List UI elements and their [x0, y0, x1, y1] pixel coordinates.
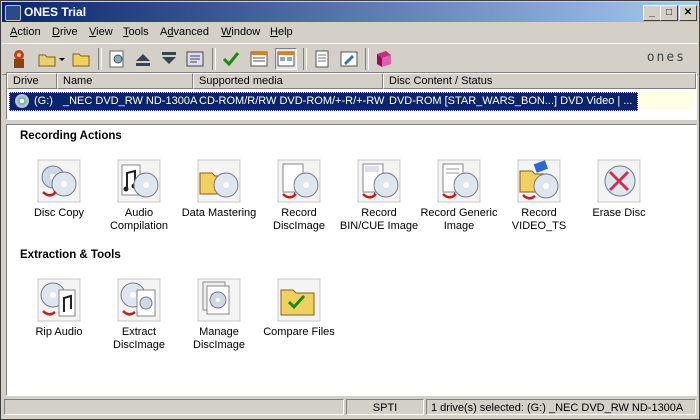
drive-row-filler	[639, 92, 694, 109]
action-disc-copy[interactable]: Disc Copy	[19, 159, 99, 220]
record-bin-cue-icon	[357, 159, 401, 203]
column-name[interactable]: Name	[57, 73, 193, 89]
menu-tools[interactable]: Tools	[123, 26, 149, 38]
toolbar-separator	[303, 48, 307, 70]
action-label: Compare Files	[263, 326, 335, 338]
edit-icon[interactable]	[338, 48, 360, 70]
action-label: Record DiscImage	[273, 207, 325, 232]
record-generic-image-icon	[437, 159, 481, 203]
audio-compilation-icon	[117, 159, 161, 203]
action-label: Record Generic Image	[420, 207, 498, 232]
action-label: Manage DiscImage	[193, 326, 245, 351]
actions-pane: Recording Actions Disc Copy Audio Compil…	[6, 124, 697, 396]
window-title: ONES Trial	[24, 5, 87, 19]
menu-advanced[interactable]: Advanced	[160, 26, 209, 38]
status-interface: SPTI	[346, 399, 424, 415]
eject-icon[interactable]	[132, 48, 154, 70]
column-drive[interactable]: Drive	[7, 73, 57, 89]
minimize-button[interactable]: _	[643, 5, 661, 21]
data-mastering-icon	[197, 159, 241, 203]
erase-disc-icon	[597, 159, 641, 203]
compare-files-icon	[277, 278, 321, 322]
action-audio-compilation[interactable]: Audio Compilation	[99, 159, 179, 233]
check-icon[interactable]	[220, 48, 242, 70]
action-rip-audio[interactable]: Rip Audio	[19, 278, 99, 339]
drive-name: _NEC DVD_RW ND-1300A	[63, 95, 198, 107]
ones-logo: ones	[646, 50, 686, 65]
properties-icon[interactable]	[106, 48, 128, 70]
column-supported-media[interactable]: Supported media	[193, 73, 383, 89]
action-label: Disc Copy	[33, 207, 85, 219]
rip-audio-icon	[37, 278, 81, 322]
action-label: Erase Disc	[592, 207, 646, 219]
record-video-ts-icon	[517, 159, 561, 203]
toolbar-separator	[212, 48, 216, 70]
action-record-bin-cue-image[interactable]: Record BIN/CUE Image	[339, 159, 419, 233]
book-icon[interactable]	[373, 48, 395, 70]
action-record-discimage[interactable]: Record DiscImage	[259, 159, 339, 233]
action-label: Extract DiscImage	[113, 326, 165, 351]
action-record-video-ts[interactable]: Record VIDEO_TS	[499, 159, 579, 233]
action-extract-discimage[interactable]: Extract DiscImage	[99, 278, 179, 352]
drive-disc-icon	[15, 94, 29, 108]
toolbar: ones	[2, 43, 698, 75]
record-discimage-icon	[277, 159, 321, 203]
drive-letter: (G:)	[34, 95, 53, 107]
load-icon[interactable]	[158, 48, 180, 70]
maximize-button[interactable]: □	[660, 5, 678, 21]
folder-icon[interactable]	[70, 48, 92, 70]
action-label: Data Mastering	[181, 207, 257, 219]
status-selection: 1 drive(s) selected: (G:) _NEC DVD_RW ND…	[426, 399, 696, 415]
app-window: ONES Trial _ □ ✕ Action Drive View Tools…	[0, 0, 700, 420]
toolbar-separator	[365, 48, 369, 70]
action-label: Rip Audio	[35, 326, 83, 338]
drive-media: CD-ROM/R/RW DVD-ROM/+-R/+-RW	[199, 95, 385, 107]
menu-help[interactable]: Help	[270, 26, 293, 38]
drive-list: Drive Name Supported media Disc Content …	[6, 72, 697, 120]
drive-status: DVD-ROM [STAR_WARS_BON...] DVD Video | .…	[389, 95, 633, 107]
view-icons-icon[interactable]	[275, 48, 297, 70]
status-bar: SPTI 1 drive(s) selected: (G:) _NEC DVD_…	[2, 398, 698, 418]
menu-drive[interactable]: Drive	[52, 26, 78, 38]
menu-bar: Action Drive View Tools Advanced Window …	[2, 23, 698, 42]
action-manage-discimage[interactable]: Manage DiscImage	[179, 278, 259, 352]
drive-info-icon[interactable]	[184, 48, 206, 70]
section-recording-title: Recording Actions	[20, 130, 122, 142]
wizard-icon[interactable]	[8, 48, 30, 70]
menu-window[interactable]: Window	[221, 26, 260, 38]
manage-discimage-icon	[197, 278, 241, 322]
action-data-mastering[interactable]: Data Mastering	[179, 159, 259, 220]
menu-view[interactable]: View	[89, 26, 113, 38]
view-details-icon[interactable]	[248, 48, 270, 70]
menu-action[interactable]: Action	[10, 26, 41, 38]
open-dropdown-icon[interactable]	[36, 48, 66, 70]
status-pane-empty	[4, 399, 344, 415]
action-record-generic-image[interactable]: Record Generic Image	[419, 159, 499, 233]
section-extraction-title: Extraction & Tools	[20, 249, 121, 261]
disc-copy-icon	[37, 159, 81, 203]
action-label: Record BIN/CUE Image	[339, 207, 419, 232]
close-button[interactable]: ✕	[679, 5, 697, 21]
action-compare-files[interactable]: Compare Files	[259, 278, 339, 339]
extract-discimage-icon	[117, 278, 161, 322]
action-label: Audio Compilation	[109, 207, 169, 232]
column-disc-content[interactable]: Disc Content / Status	[383, 73, 696, 89]
drive-row[interactable]: (G:) _NEC DVD_RW ND-1300A CD-ROM/R/RW DV…	[9, 92, 638, 111]
toolbar-separator	[98, 48, 102, 70]
action-erase-disc[interactable]: Erase Disc	[579, 159, 659, 220]
app-icon[interactable]	[5, 5, 21, 21]
document-icon[interactable]	[311, 48, 333, 70]
action-label: Record VIDEO_TS	[511, 207, 567, 232]
title-bar[interactable]: ONES Trial _ □ ✕	[2, 2, 698, 22]
